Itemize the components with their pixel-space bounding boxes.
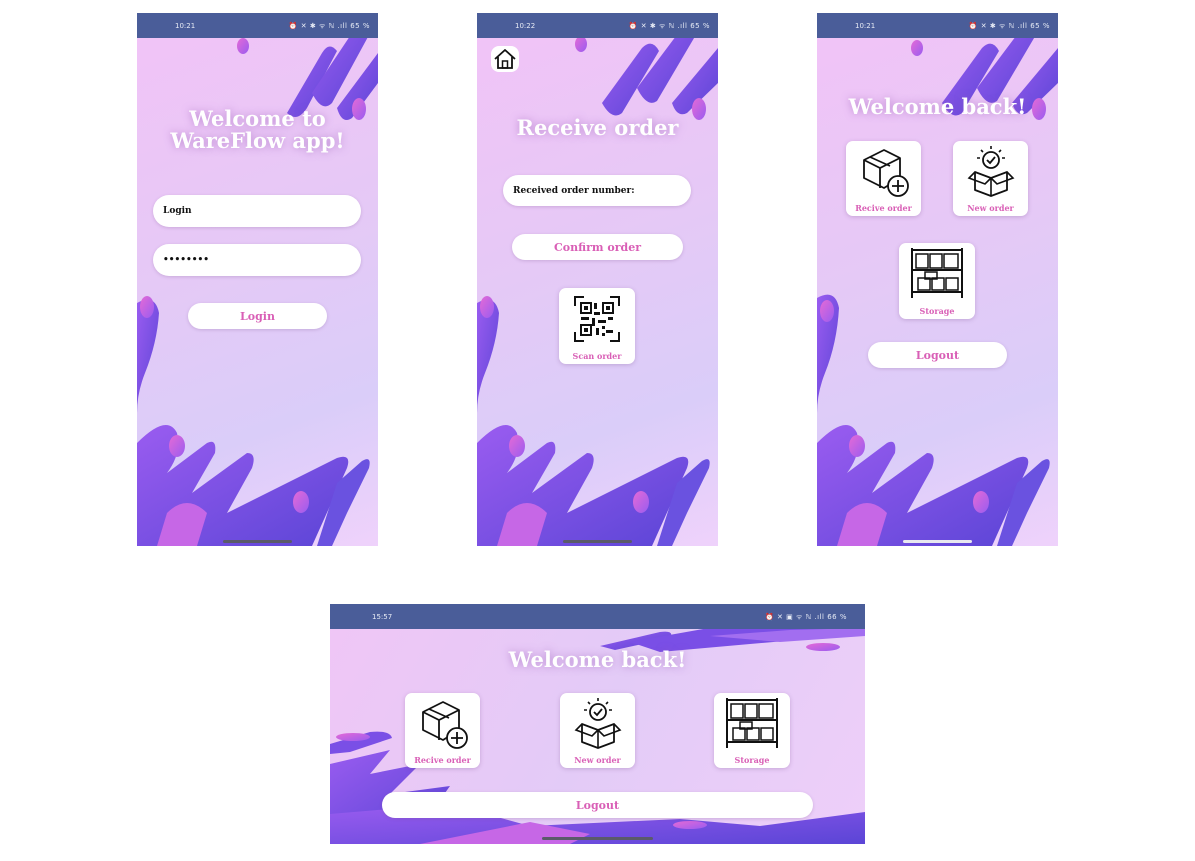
login-input[interactable]: Login bbox=[153, 195, 361, 227]
gesture-bar[interactable] bbox=[542, 837, 653, 840]
confirm-order-label: Confirm order bbox=[554, 240, 641, 254]
login-screen: 10:21 ⏰ ✕ ✱ ᯤ ℕ .ıll 65 % Welcome to War… bbox=[137, 13, 378, 546]
box-plus-icon bbox=[862, 149, 909, 197]
storage-tile[interactable]: Storage bbox=[714, 693, 790, 768]
login-button-label: Login bbox=[240, 309, 275, 323]
welcome-title: Welcome to WareFlow app! bbox=[137, 106, 378, 154]
status-time: 10:21 bbox=[175, 22, 196, 30]
main-menu-portrait-screen: 10:21 ⏰ ✕ ✱ ᯤ ℕ .ıll 65 % Welcome back! … bbox=[817, 13, 1058, 546]
order-number-label: Received order number: bbox=[513, 185, 635, 196]
storage-tile[interactable]: Storage bbox=[899, 243, 975, 319]
password-input[interactable]: •••••••• bbox=[153, 244, 361, 276]
storage-shelf-icon bbox=[911, 248, 963, 298]
decorative-blobs bbox=[137, 28, 378, 546]
logout-button-label: Logout bbox=[915, 348, 960, 362]
gesture-bar[interactable] bbox=[563, 540, 632, 543]
status-icons: ⏰ ✕ ✱ ᯤ ℕ .ıll 65 % bbox=[288, 22, 370, 30]
welcome-title-line1: Welcome to bbox=[189, 106, 326, 131]
status-bar: 10:21 ⏰ ✕ ✱ ᯤ ℕ .ıll 65 % bbox=[817, 13, 1058, 38]
decorative-blobs bbox=[477, 25, 718, 546]
password-input-value: •••••••• bbox=[163, 255, 210, 265]
welcome-back-title: Welcome back! bbox=[848, 94, 1027, 119]
scan-order-tile[interactable]: Scan order bbox=[559, 288, 635, 364]
scan-order-label: Scan order bbox=[572, 351, 622, 361]
welcome-back-title: Welcome back! bbox=[508, 647, 687, 672]
storage-label: Storage bbox=[734, 755, 770, 765]
login-button[interactable]: Login bbox=[188, 303, 327, 329]
status-time: 10:21 bbox=[855, 22, 876, 30]
logout-button[interactable]: Logout bbox=[382, 792, 813, 818]
receive-order-tile[interactable]: Recive order bbox=[846, 141, 921, 216]
status-bar: 15:57 ⏰ ✕ ▣ ᯤ ℕ .ıll 66 % bbox=[330, 604, 865, 629]
qr-code-icon bbox=[574, 296, 620, 342]
status-icons: ⏰ ✕ ✱ ᯤ ℕ .ıll 65 % bbox=[628, 22, 710, 30]
open-box-check-icon bbox=[574, 698, 621, 749]
welcome-title-line2: WareFlow app! bbox=[170, 128, 345, 154]
login-input-value: Login bbox=[163, 206, 192, 216]
receive-order-title: Receive order bbox=[516, 115, 679, 140]
status-bar: 10:22 ⏰ ✕ ✱ ᯤ ℕ .ıll 65 % bbox=[477, 13, 718, 38]
status-time: 15:57 bbox=[372, 613, 393, 621]
new-order-label: New order bbox=[967, 203, 1014, 213]
logout-button[interactable]: Logout bbox=[868, 342, 1007, 368]
status-icons: ⏰ ✕ ✱ ᯤ ℕ .ıll 65 % bbox=[968, 22, 1050, 30]
order-number-input[interactable]: Received order number: bbox=[503, 175, 691, 206]
gesture-bar[interactable] bbox=[903, 540, 972, 543]
new-order-tile[interactable]: New order bbox=[560, 693, 635, 768]
home-button[interactable] bbox=[491, 46, 519, 72]
status-icons: ⏰ ✕ ▣ ᯤ ℕ .ıll 66 % bbox=[765, 613, 847, 621]
gesture-bar[interactable] bbox=[223, 540, 292, 543]
receive-order-label: Recive order bbox=[414, 755, 471, 765]
confirm-order-button[interactable]: Confirm order bbox=[512, 234, 683, 260]
status-time: 10:22 bbox=[515, 22, 536, 30]
status-bar: 10:21 ⏰ ✕ ✱ ᯤ ℕ .ıll 65 % bbox=[137, 13, 378, 38]
open-box-check-icon bbox=[967, 146, 1014, 197]
receive-order-screen: 10:22 ⏰ ✕ ✱ ᯤ ℕ .ıll 65 % Receive order … bbox=[477, 13, 718, 546]
new-order-tile[interactable]: New order bbox=[953, 141, 1028, 216]
logout-button-label: Logout bbox=[575, 798, 620, 812]
receive-order-label: Recive order bbox=[855, 203, 912, 213]
storage-shelf-icon bbox=[726, 698, 778, 748]
box-plus-icon bbox=[421, 701, 468, 749]
main-menu-landscape-screen: 15:57 ⏰ ✕ ▣ ᯤ ℕ .ıll 66 % Welcome back! … bbox=[330, 604, 865, 844]
home-icon bbox=[494, 49, 516, 69]
storage-label: Storage bbox=[919, 306, 955, 316]
receive-order-tile[interactable]: Recive order bbox=[405, 693, 480, 768]
new-order-label: New order bbox=[574, 755, 621, 765]
